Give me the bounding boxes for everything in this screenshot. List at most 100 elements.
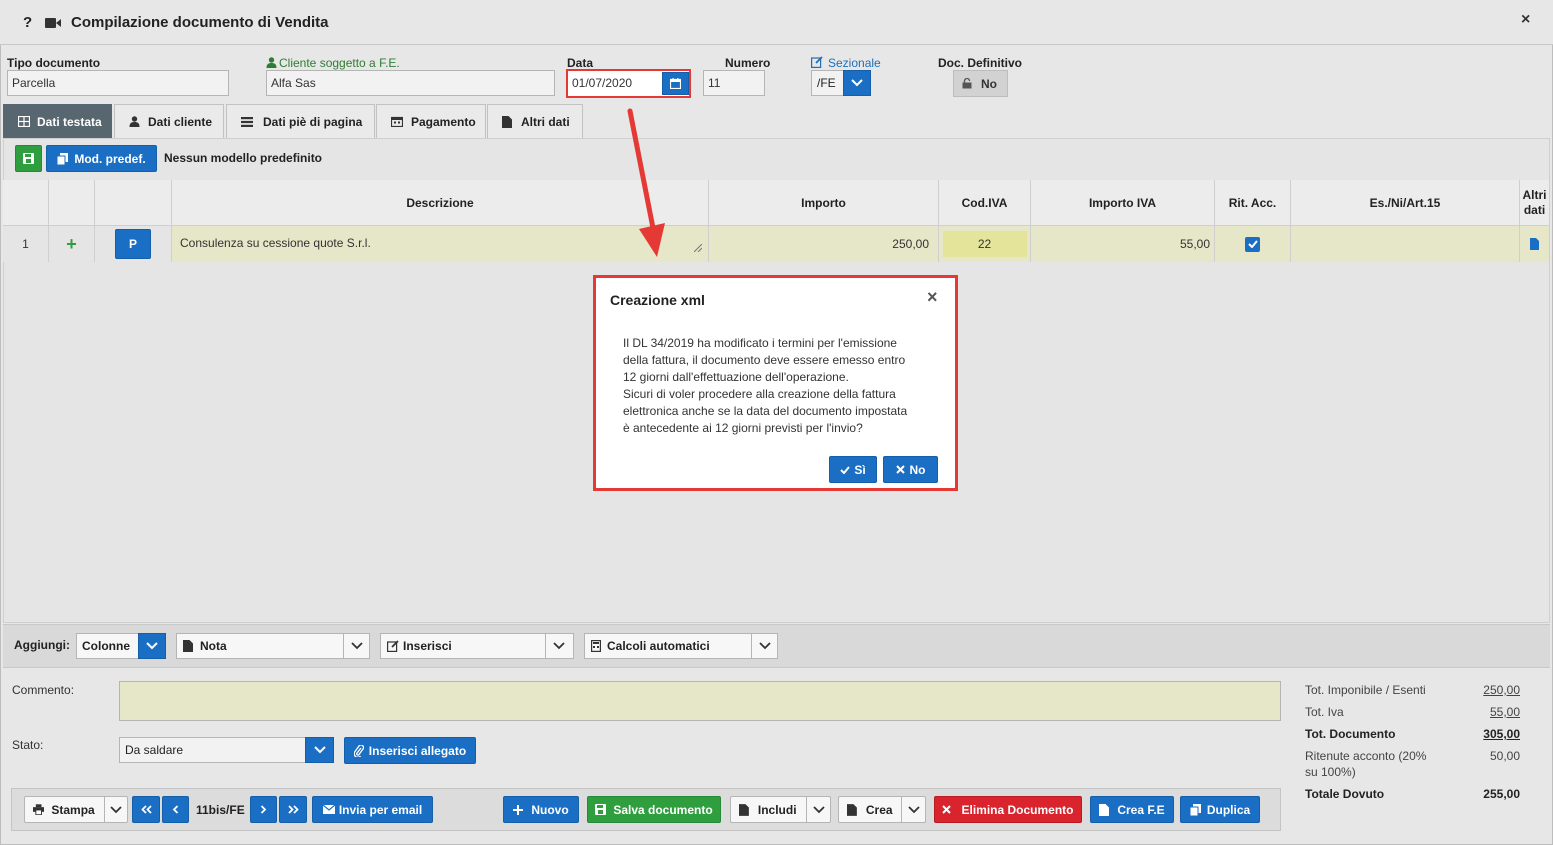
includi-dropdown-button[interactable] [806,797,830,822]
file-icon[interactable] [1530,238,1539,250]
tipo-documento-field[interactable]: Parcella [7,70,229,96]
data-label: Data [567,56,594,70]
calcoli-label: Calcoli automatici [607,639,710,653]
duplica-button[interactable]: Duplica [1180,796,1260,823]
help-button[interactable]: ? [23,14,32,31]
colonne-dropdown-button[interactable] [138,633,166,659]
chevron-down-icon [758,642,771,650]
file-icon [502,115,512,128]
dialog-close-button[interactable]: × [927,287,938,308]
red-arrow-annotation [627,108,665,257]
esenzione-cell[interactable] [1291,226,1520,262]
doc-definitivo-toggle[interactable]: No [953,70,1008,97]
tot-imponibile-label: Tot. Imponibile / Esenti [1305,683,1426,697]
grid-header-importo[interactable]: Importo [709,180,939,226]
importo-iva-cell[interactable]: 55,00 [1031,226,1215,262]
sezionale-label[interactable]: Sezionale [828,56,881,70]
tab-dati-testata[interactable]: Dati testata [3,104,112,138]
tot-iva-value[interactable]: 55,00 [1450,705,1520,719]
tab-pagamento[interactable]: Pagamento [376,104,486,138]
inserisci-label: Inserisci [403,639,452,653]
calendar-icon [391,116,403,127]
tab-pagamento-label: Pagamento [411,114,476,129]
crea-fe-button[interactable]: Crea F.E [1090,796,1174,823]
nuovo-label: Nuovo [531,802,569,817]
includi-button[interactable]: Includi [730,796,831,823]
invia-email-button[interactable]: Invia per email [312,796,433,823]
inserisci-dropdown-button[interactable] [545,633,571,659]
cod-iva-cell[interactable]: 22 [939,226,1031,262]
close-window-button[interactable]: × [1521,11,1530,29]
doc-definitivo-value: No [981,76,997,91]
nota-select[interactable]: Nota [176,633,370,659]
tab-altri-dati[interactable]: Altri dati [487,104,583,138]
resize-handle-icon[interactable] [694,244,702,252]
cliente-label[interactable]: Cliente soggetto a F.E. [279,56,400,70]
data-field[interactable]: 01/07/2020 [572,76,632,90]
inserisci-allegato-button[interactable]: Inserisci allegato [344,737,476,764]
next-document-button[interactable] [250,796,277,823]
calcoli-dropdown-button[interactable] [751,633,777,659]
tab-dati-cliente[interactable]: Dati cliente [114,104,224,138]
crea-dropdown-button[interactable] [901,797,925,822]
stampa-dropdown-button[interactable] [104,797,127,822]
grid-header-rit-acc[interactable]: Rit. Acc. [1215,180,1291,226]
chevron-down-icon [146,642,158,650]
elimina-documento-button[interactable]: Elimina Documento [934,796,1082,823]
dialog-no-button[interactable]: No [883,456,938,483]
tab-dati-pie-di-pagina[interactable]: Dati piè di pagina [226,104,375,138]
nota-label: Nota [200,639,227,653]
stampa-button[interactable]: Stampa [24,796,128,823]
numero-field[interactable]: 11 [703,70,765,96]
grid-header-importo-iva[interactable]: Importo IVA [1031,180,1215,226]
previous-document-button[interactable] [162,796,189,823]
invia-email-label: Invia per email [338,802,423,817]
grid-header-altri-dati[interactable]: Altri dati [1520,180,1550,226]
calendar-icon [670,78,681,89]
save-model-button[interactable] [15,145,42,172]
chevron-left-icon [172,805,179,814]
tab-dati-testata-label: Dati testata [37,114,102,129]
dialog-message-line: Sicuri di voler procedere alla creazione… [623,387,896,401]
nota-dropdown-button[interactable] [343,633,369,659]
lock-icon [962,78,972,89]
video-camera-icon[interactable] [45,17,61,29]
crea-label: Crea [865,802,893,817]
calendar-button[interactable] [662,72,689,95]
grid-header-esenzione[interactable]: Es./Ni/Art.15 [1291,180,1520,226]
dialog-yes-button[interactable]: Sì [829,456,877,483]
tot-documento-value[interactable]: 305,00 [1450,727,1520,741]
calcoli-automatici-select[interactable]: Calcoli automatici [584,633,778,659]
add-row-button[interactable]: + [49,226,95,262]
stato-dropdown-button[interactable] [305,737,334,763]
tipo-documento-label: Tipo documento [7,56,101,70]
importo-cell[interactable]: 250,00 [709,226,939,262]
grid-header-cod-iva[interactable]: Cod.IVA [939,180,1031,226]
plus-icon [513,804,524,815]
colonne-select[interactable]: Colonne [76,633,166,659]
first-document-button[interactable] [132,796,160,823]
mod-predef-button[interactable]: Mod. predef. [46,145,157,172]
chevron-down-icon [110,805,122,813]
tot-iva-label: Tot. Iva [1305,705,1344,719]
row-p-button[interactable]: P [115,229,151,259]
tot-imponibile-value[interactable]: 250,00 [1450,683,1520,697]
inserisci-select[interactable]: Inserisci [380,633,574,659]
stato-select[interactable]: Da saldare [119,737,334,763]
chevron-down-icon [813,805,825,813]
salva-documento-button[interactable]: Salva documento [587,796,721,823]
close-icon [895,465,905,474]
grid-header-altri-line2: dati [1523,202,1546,217]
double-chevron-right-icon [287,805,299,814]
sezionale-dropdown-button[interactable] [843,70,871,96]
commento-field[interactable] [119,681,1281,721]
nuovo-button[interactable]: Nuovo [503,796,579,823]
sezionale-value: /FE [817,76,836,90]
last-document-button[interactable] [279,796,307,823]
crea-button[interactable]: Crea [838,796,926,823]
rit-acc-checkbox[interactable] [1245,236,1260,252]
window-title: Compilazione documento di Vendita [71,14,329,31]
mod-predef-label: Mod. predef. [74,151,146,166]
cliente-field[interactable]: Alfa Sas [266,70,555,96]
sezionale-select[interactable]: /FE [811,70,871,96]
